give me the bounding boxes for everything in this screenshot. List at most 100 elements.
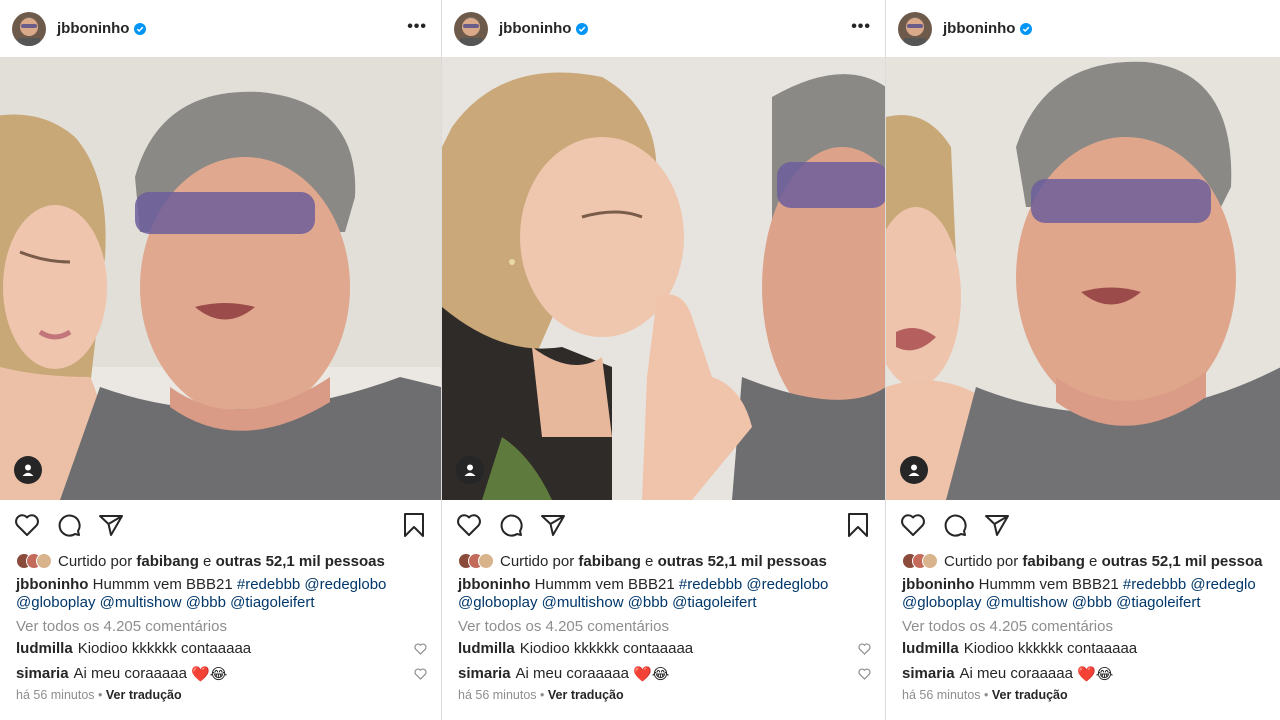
comment-username[interactable]: ludmilla bbox=[458, 640, 515, 657]
caption-tags-2[interactable]: @globoplay @multishow @bbb @tiagoleifert bbox=[458, 594, 757, 611]
post-timestamp: há 56 minutos bbox=[902, 688, 981, 702]
comment-icon[interactable] bbox=[940, 510, 970, 540]
post-photo[interactable] bbox=[886, 57, 1280, 500]
caption-tags[interactable]: #redebbb @redeglo bbox=[1123, 576, 1256, 593]
view-all-comments-link[interactable]: Ver todos os 4.205 comentários bbox=[0, 612, 441, 636]
like-heart-icon[interactable] bbox=[12, 510, 42, 540]
bookmark-icon[interactable] bbox=[843, 510, 873, 540]
likes-summary[interactable]: Curtido por fabibang e outras 52,1 mil p… bbox=[0, 550, 441, 572]
liker-avatars bbox=[16, 553, 52, 569]
comment-text: Kiodioo kkkkkk contaaaaa bbox=[77, 640, 252, 657]
comment-text: Kiodioo kkkkkk contaaaaa bbox=[519, 640, 694, 657]
profile-avatar[interactable] bbox=[454, 11, 488, 46]
action-bar bbox=[442, 500, 885, 550]
comment-row: ludmilla Kiodioo kkkkkk contaaaaa bbox=[886, 636, 1280, 661]
profile-avatar[interactable] bbox=[12, 11, 46, 46]
caption-username[interactable]: jbboninho bbox=[458, 576, 530, 593]
post-caption: jbboninho Hummm vem BBB21 #redebbb @rede… bbox=[0, 572, 441, 612]
comment-icon[interactable] bbox=[54, 510, 84, 540]
comment-username[interactable]: simaria bbox=[16, 665, 69, 682]
post-header: jbboninho ••• bbox=[442, 0, 885, 57]
comment-username[interactable]: simaria bbox=[902, 665, 955, 682]
user-tag-icon[interactable] bbox=[14, 456, 42, 484]
post-header: jbboninho ••• bbox=[0, 0, 441, 57]
likes-count[interactable]: outras 52,1 mil pessoas bbox=[658, 553, 827, 570]
likes-prefix: Curtido por bbox=[944, 552, 1019, 570]
caption-tags[interactable]: #redebbb @redeglobo bbox=[237, 576, 387, 593]
likes-summary[interactable]: Curtido por fabibang e outras 52,1 mil p… bbox=[886, 550, 1280, 572]
liker-username[interactable]: fabibang bbox=[136, 553, 199, 570]
share-icon[interactable] bbox=[96, 510, 126, 540]
separator-dot: • bbox=[540, 688, 545, 702]
see-translation-link[interactable]: Ver tradução bbox=[106, 688, 182, 702]
post-photo[interactable] bbox=[0, 57, 441, 500]
post-footer: há 56 minutos • Ver tradução bbox=[442, 686, 885, 702]
caption-username[interactable]: jbboninho bbox=[16, 576, 88, 593]
view-all-comments-link[interactable]: Ver todos os 4.205 comentários bbox=[886, 612, 1280, 636]
action-bar bbox=[886, 500, 1280, 550]
likes-count[interactable]: outras 52,1 mil pessoa bbox=[1102, 553, 1263, 570]
see-translation-link[interactable]: Ver tradução bbox=[548, 688, 624, 702]
post-caption: jbboninho Hummm vem BBB21 #redebbb @rede… bbox=[442, 572, 885, 612]
likes-prefix: Curtido por bbox=[58, 552, 133, 570]
post-photo[interactable] bbox=[442, 57, 885, 500]
verified-icon bbox=[134, 22, 147, 35]
caption-tags-2[interactable]: @globoplay @multishow @bbb @tiagoleifert bbox=[16, 594, 315, 611]
more-options-icon[interactable]: ••• bbox=[407, 19, 427, 35]
verified-icon bbox=[576, 22, 589, 35]
comment-emoji: ❤️😂 bbox=[633, 664, 670, 683]
profile-avatar[interactable] bbox=[898, 11, 932, 46]
caption-username[interactable]: jbboninho bbox=[902, 576, 974, 593]
caption-tags-2[interactable]: @globoplay @multishow @bbb @tiagoleifert bbox=[902, 594, 1201, 611]
liker-username[interactable]: fabibang bbox=[1022, 553, 1085, 570]
separator-dot: • bbox=[98, 688, 103, 702]
share-icon[interactable] bbox=[982, 510, 1012, 540]
user-tag-icon[interactable] bbox=[900, 456, 928, 484]
comment-text: Kiodioo kkkkkk contaaaaa bbox=[963, 640, 1138, 657]
action-bar bbox=[0, 500, 441, 550]
share-icon[interactable] bbox=[538, 510, 568, 540]
likes-joiner: e bbox=[1089, 552, 1098, 570]
caption-text: Hummm vem BBB21 bbox=[92, 576, 233, 593]
post-header: jbboninho bbox=[886, 0, 1280, 57]
separator-dot: • bbox=[984, 688, 989, 702]
likes-joiner: e bbox=[203, 552, 212, 570]
comment-icon[interactable] bbox=[496, 510, 526, 540]
user-tag-icon[interactable] bbox=[456, 456, 484, 484]
post-username[interactable]: jbboninho bbox=[943, 20, 1015, 37]
likes-joiner: e bbox=[645, 552, 654, 570]
post-panel-1: jbboninho ••• Curtido por fabibang e out… bbox=[0, 0, 441, 720]
post-username[interactable]: jbboninho bbox=[57, 20, 129, 37]
comment-username[interactable]: ludmilla bbox=[902, 640, 959, 657]
liker-username[interactable]: fabibang bbox=[578, 553, 641, 570]
comment-row: simaria Ai meu coraaaaa ❤️😂 bbox=[442, 661, 885, 686]
more-options-icon[interactable]: ••• bbox=[851, 19, 871, 35]
comment-row: simaria Ai meu coraaaaa ❤️😂 bbox=[0, 661, 441, 686]
comment-like-icon[interactable] bbox=[858, 668, 871, 680]
like-heart-icon[interactable] bbox=[898, 510, 928, 540]
likes-summary[interactable]: Curtido por fabibang e outras 52,1 mil p… bbox=[442, 550, 885, 572]
comment-like-icon[interactable] bbox=[414, 668, 427, 680]
comment-like-icon[interactable] bbox=[858, 643, 871, 655]
post-timestamp: há 56 minutos bbox=[458, 688, 537, 702]
comment-like-icon[interactable] bbox=[414, 643, 427, 655]
verified-icon bbox=[1020, 22, 1033, 35]
liker-avatars bbox=[902, 553, 938, 569]
comment-username[interactable]: ludmilla bbox=[16, 640, 73, 657]
like-heart-icon[interactable] bbox=[454, 510, 484, 540]
likes-count[interactable]: outras 52,1 mil pessoas bbox=[216, 553, 385, 570]
caption-text: Hummm vem BBB21 bbox=[534, 576, 675, 593]
comment-row: ludmilla Kiodioo kkkkkk contaaaaa bbox=[0, 636, 441, 661]
liker-avatars bbox=[458, 553, 494, 569]
post-caption: jbboninho Hummm vem BBB21 #redebbb @rede… bbox=[886, 572, 1280, 612]
comment-emoji: ❤️😂 bbox=[191, 664, 228, 683]
post-footer: há 56 minutos • Ver tradução bbox=[0, 686, 441, 702]
caption-text: Hummm vem BBB21 bbox=[978, 576, 1119, 593]
view-all-comments-link[interactable]: Ver todos os 4.205 comentários bbox=[442, 612, 885, 636]
bookmark-icon[interactable] bbox=[399, 510, 429, 540]
see-translation-link[interactable]: Ver tradução bbox=[992, 688, 1068, 702]
caption-tags[interactable]: #redebbb @redeglobo bbox=[679, 576, 829, 593]
post-username[interactable]: jbboninho bbox=[499, 20, 571, 37]
comment-username[interactable]: simaria bbox=[458, 665, 511, 682]
post-timestamp: há 56 minutos bbox=[16, 688, 95, 702]
